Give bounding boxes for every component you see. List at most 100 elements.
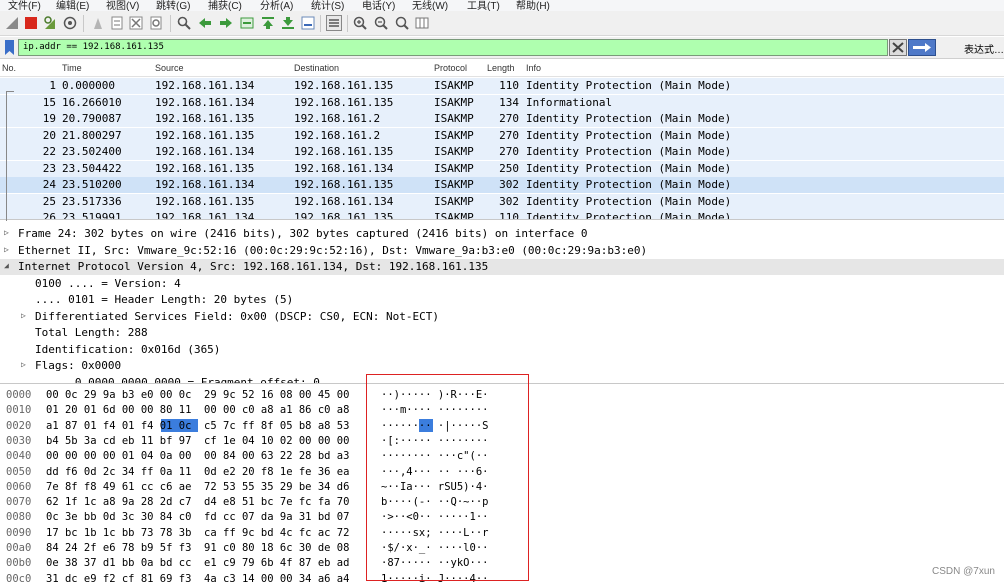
restart-capture-icon[interactable] <box>42 15 58 31</box>
detail-row[interactable]: ▷ Flags: 0x0000 <box>0 358 1004 374</box>
column-header-info[interactable]: Info <box>526 63 541 73</box>
hex-bytes[interactable]: 84 24 2f e6 78 b9 5f f3 91 c0 80 18 6c 3… <box>46 542 349 554</box>
column-header-destination[interactable]: Destination <box>294 63 339 73</box>
go-back-icon[interactable] <box>197 15 213 31</box>
hex-offset[interactable]: 0040 <box>6 450 31 462</box>
menu-telephony[interactable]: 电话(Y) <box>362 0 395 11</box>
detail-row[interactable]: Identification: 0x016d (365) <box>0 342 1004 358</box>
hex-bytes[interactable]: 62 1f 1c a8 9a 28 2d c7 d4 e8 51 bc 7e f… <box>46 496 349 508</box>
detail-row[interactable]: ▷ Frame 24: 302 bytes on wire (2416 bits)… <box>0 226 1004 242</box>
packet-row[interactable]: 1 0.000000 192.168.161.134 192.168.161.135 I… <box>0 78 1004 94</box>
packet-row[interactable]: 15 16.266010 192.168.161.134 192.168.161.13… <box>0 94 1004 111</box>
hex-offset[interactable]: 0060 <box>6 481 31 493</box>
menu-edit[interactable]: 编辑(E) <box>56 0 89 11</box>
open-file-icon[interactable] <box>90 15 106 31</box>
collapsed-triangle-icon[interactable]: ▷ <box>21 360 31 370</box>
capture-options-icon[interactable] <box>62 15 78 31</box>
detail-row[interactable]: Total Length: 288 <box>0 325 1004 341</box>
packet-destination: 192.168.161.135 <box>294 95 394 109</box>
column-header-time[interactable]: Time <box>62 63 82 73</box>
hex-bytes[interactable]: 31 dc e9 f2 cf 81 69 f3 4a c3 14 00 00 3… <box>46 573 349 585</box>
hex-offset[interactable]: 0090 <box>6 527 31 539</box>
hex-bytes[interactable]: 7e 8f f8 49 61 cc c6 ae 72 53 55 35 29 b… <box>46 481 349 493</box>
menu-analyze[interactable]: 分析(A) <box>260 0 293 11</box>
packet-row[interactable]: 22 23.502400 192.168.161.134 192.168.161.13… <box>0 144 1004 160</box>
packet-row[interactable]: 24 23.510200 192.168.161.134 192.168.161.13… <box>0 177 1004 193</box>
clear-filter-button[interactable] <box>889 39 907 56</box>
hex-bytes[interactable]: b4 5b 3a cd eb 11 bf 97 cf 1e 04 10 02 0… <box>46 435 349 447</box>
packet-row[interactable]: 25 23.517336 192.168.161.135 192.168.161.13… <box>0 193 1004 210</box>
close-file-icon[interactable] <box>128 15 144 31</box>
hex-offset[interactable]: 0080 <box>6 511 31 523</box>
detail-row[interactable]: .... 0101 = Header Length: 20 bytes (5) <box>0 292 1004 308</box>
menu-statistics[interactable]: 统计(S) <box>311 0 344 11</box>
detail-row-text: Frame 24: 302 bytes on wire (2416 bits),… <box>18 227 588 240</box>
display-filter-input[interactable]: ip.addr == 192.168.161.135 <box>18 39 888 56</box>
hex-offset[interactable]: 0010 <box>6 404 31 416</box>
detail-row[interactable]: ◢ Internet Protocol Version 4, Src: 192.1… <box>0 259 1004 275</box>
hex-bytes[interactable]: a1 87 01 f4 01 f4 01 0c c5 7c ff 8f 05 b… <box>46 420 349 432</box>
reload-icon[interactable] <box>148 15 164 31</box>
packet-time: 16.266010 <box>62 95 122 109</box>
packet-protocol: ISAKMP <box>434 95 474 109</box>
detail-row[interactable]: ▷ Ethernet II, Src: Vmware_9c:52:16 (00:0… <box>0 243 1004 259</box>
packet-info: Identity Protection (Main Mode) <box>526 194 732 208</box>
column-header-length[interactable]: Length <box>487 63 515 73</box>
packet-info: Informational <box>526 95 613 109</box>
detail-row[interactable]: 0100 .... = Version: 4 <box>0 276 1004 292</box>
packet-row[interactable]: 19 20.790087 192.168.161.135 192.168.161.2 I… <box>0 111 1004 127</box>
menu-wireless[interactable]: 无线(W) <box>412 0 448 11</box>
hex-offset[interactable]: 0000 <box>6 389 31 401</box>
hex-bytes[interactable]: 0c 3e bb 0d 3c 30 84 c0 fd cc 07 da 9a 3… <box>46 511 349 523</box>
hex-bytes[interactable]: 0e 38 37 d1 bb 0a bd cc e1 c9 79 6b 4f 8… <box>46 557 349 569</box>
expanded-triangle-icon[interactable]: ◢ <box>4 261 14 271</box>
shark-fin-icon[interactable] <box>4 15 20 31</box>
resize-columns-icon[interactable] <box>414 15 430 31</box>
packet-length: 270 <box>499 112 519 125</box>
detail-row[interactable]: ▷ Differentiated Services Field: 0x00 (DS… <box>0 309 1004 325</box>
zoom-out-icon[interactable] <box>373 15 389 31</box>
collapsed-triangle-icon[interactable]: ▷ <box>4 245 14 255</box>
packet-row[interactable]: 20 21.800297 192.168.161.135 192.168.161.2 I… <box>0 127 1004 144</box>
stop-capture-icon[interactable] <box>23 15 39 31</box>
hex-bytes[interactable]: 00 00 00 00 01 04 0a 00 00 84 00 63 22 2… <box>46 450 349 462</box>
hex-bytes[interactable]: dd f6 0d 2c 34 ff 0a 11 0d e2 20 f8 1e f… <box>46 466 349 478</box>
zoom-normal-icon[interactable] <box>394 15 410 31</box>
go-to-packet-icon[interactable] <box>239 15 255 31</box>
hex-offset[interactable]: 00c0 <box>6 573 31 585</box>
hex-offset[interactable]: 0020 <box>6 420 31 432</box>
menu-go[interactable]: 跳转(G) <box>156 0 190 11</box>
packet-row[interactable]: 23 23.504422 192.168.161.135 192.168.161.13… <box>0 160 1004 177</box>
menu-file[interactable]: 文件(F) <box>8 0 41 11</box>
auto-scroll-icon[interactable] <box>300 15 316 31</box>
save-file-icon[interactable] <box>109 15 125 31</box>
collapsed-triangle-icon[interactable]: ▷ <box>21 311 31 321</box>
hex-bytes[interactable]: 00 0c 29 9a b3 e0 00 0c 29 9c 52 16 08 0… <box>46 389 349 401</box>
hex-offset[interactable]: 00b0 <box>6 557 31 569</box>
colorize-icon[interactable] <box>326 15 342 31</box>
find-packet-icon[interactable] <box>176 15 192 31</box>
hex-offset[interactable]: 0030 <box>6 435 31 447</box>
zoom-in-icon[interactable] <box>352 15 368 31</box>
column-header-no[interactable]: No. <box>2 63 16 73</box>
first-packet-icon[interactable] <box>260 15 276 31</box>
expression-button[interactable]: 表达式… <box>964 41 1004 56</box>
hex-bytes[interactable]: 01 20 01 6d 00 00 80 11 00 00 c0 a8 a1 8… <box>46 404 349 416</box>
column-header-source[interactable]: Source <box>155 63 184 73</box>
menu-capture[interactable]: 捕获(C) <box>208 0 242 11</box>
go-forward-icon[interactable] <box>218 15 234 31</box>
hex-offset[interactable]: 0070 <box>6 496 31 508</box>
menu-view[interactable]: 视图(V) <box>106 0 139 11</box>
hex-offset[interactable]: 00a0 <box>6 542 31 554</box>
menu-help[interactable]: 帮助(H) <box>516 0 550 11</box>
bookmark-icon[interactable] <box>4 40 15 55</box>
apply-filter-button[interactable] <box>908 39 936 56</box>
menu-tools[interactable]: 工具(T) <box>467 0 500 11</box>
hex-offset[interactable]: 0050 <box>6 466 31 478</box>
packet-row[interactable]: 26 23.519991 192.168.161.134 192.168.161.13… <box>0 210 1004 219</box>
collapsed-triangle-icon[interactable]: ▷ <box>4 228 14 238</box>
last-packet-icon[interactable] <box>280 15 296 31</box>
hex-bytes[interactable]: 17 bc 1b 1c bb 73 78 3b ca ff 9c bd 4c f… <box>46 527 349 539</box>
column-header-protocol[interactable]: Protocol <box>434 63 467 73</box>
packet-no: 15 <box>42 95 56 109</box>
